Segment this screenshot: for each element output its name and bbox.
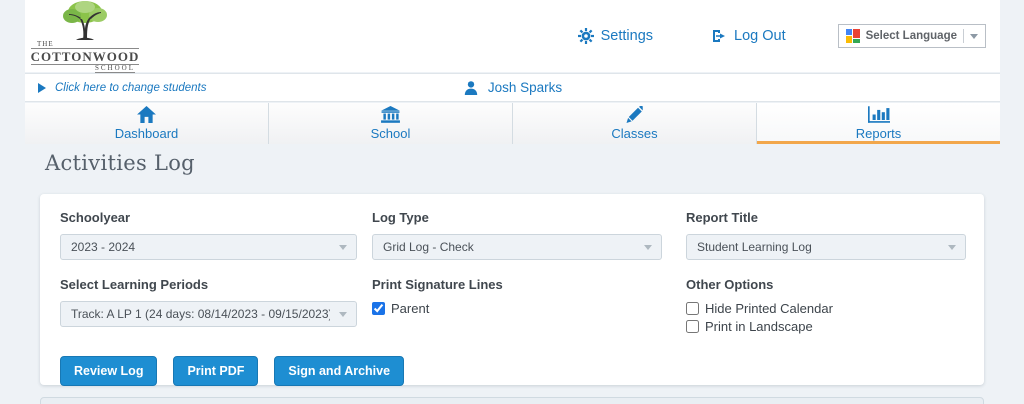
logout-button[interactable]: Log Out xyxy=(711,28,786,44)
student-name: Josh Sparks xyxy=(488,80,562,95)
sign-and-archive-button[interactable]: Sign and Archive xyxy=(274,356,404,386)
other-options-label: Other Options xyxy=(686,277,966,292)
print-in-landscape-label[interactable]: Print in Landscape xyxy=(705,319,813,334)
person-icon xyxy=(463,80,479,96)
chevron-down-icon xyxy=(339,245,347,250)
change-students-link[interactable]: Click here to change students xyxy=(25,82,207,94)
language-select[interactable]: Select Language xyxy=(838,24,986,48)
logout-label: Log Out xyxy=(734,28,786,44)
report-title-select[interactable]: Student Learning Log xyxy=(686,234,966,260)
report-title-field: Report Title Student Learning Log xyxy=(686,210,966,260)
language-separator xyxy=(963,29,964,43)
tab-reports[interactable]: Reports xyxy=(757,103,1000,144)
review-log-button[interactable]: Review Log xyxy=(60,356,157,386)
header-actions: Settings Log Out Select Language xyxy=(578,24,1000,48)
learning-periods-value: Track: A LP 1 (24 days: 08/14/2023 - 09/… xyxy=(71,307,330,321)
print-in-landscape-checkbox[interactable] xyxy=(686,320,699,333)
schoolyear-field: Schoolyear 2023 - 2024 xyxy=(60,210,372,260)
gear-icon xyxy=(578,28,594,44)
learning-periods-label: Select Learning Periods xyxy=(60,277,372,292)
tab-school[interactable]: School xyxy=(269,103,513,144)
chevron-down-icon xyxy=(644,245,652,250)
tab-label: School xyxy=(371,126,411,141)
hide-printed-calendar-label[interactable]: Hide Printed Calendar xyxy=(705,301,833,316)
log-type-value: Grid Log - Check xyxy=(383,240,474,254)
action-buttons: Review Log Print PDF Sign and Archive xyxy=(60,356,964,386)
change-students-label: Click here to change students xyxy=(55,82,207,94)
pencil-icon xyxy=(626,106,644,123)
schoolyear-select[interactable]: 2023 - 2024 xyxy=(60,234,357,260)
home-icon xyxy=(137,106,156,123)
parent-checkbox-label[interactable]: Parent xyxy=(391,301,429,316)
schoolyear-value: 2023 - 2024 xyxy=(71,240,135,254)
tab-classes[interactable]: Classes xyxy=(513,103,757,144)
hide-printed-calendar-checkbox[interactable] xyxy=(686,302,699,315)
learning-periods-field: Select Learning Periods Track: A LP 1 (2… xyxy=(60,277,372,337)
parent-checkbox-row: Parent xyxy=(372,301,686,316)
report-title-label: Report Title xyxy=(686,210,966,225)
hide-calendar-checkbox-row: Hide Printed Calendar xyxy=(686,301,966,316)
chevron-down-icon xyxy=(970,34,978,39)
signature-lines-field: Print Signature Lines Parent xyxy=(372,277,686,337)
chevron-down-icon xyxy=(948,245,956,250)
parent-checkbox[interactable] xyxy=(372,302,385,315)
tab-label: Reports xyxy=(856,126,902,141)
chevron-down-icon xyxy=(339,312,347,317)
google-translate-icon xyxy=(846,29,860,43)
logo-text-the: THE xyxy=(37,41,54,48)
bank-icon xyxy=(381,106,400,123)
activities-log-panel: Schoolyear 2023 - 2024 Log Type Grid Log… xyxy=(40,194,984,385)
logo-text-school: SCHOOL xyxy=(95,65,135,73)
log-type-field: Log Type Grid Log - Check xyxy=(372,210,686,260)
signature-lines-label: Print Signature Lines xyxy=(372,277,686,292)
bar-chart-icon xyxy=(868,106,890,123)
schoolyear-label: Schoolyear xyxy=(60,210,372,225)
logo-text-name: COTTONWOOD xyxy=(31,48,140,65)
settings-label: Settings xyxy=(601,28,653,44)
other-options-field: Other Options Hide Printed Calendar Prin… xyxy=(686,277,966,337)
tree-icon xyxy=(56,0,114,41)
header: THE COTTONWOOD SCHOOL xyxy=(25,0,1000,72)
report-title-value: Student Learning Log xyxy=(697,240,812,254)
tab-label: Classes xyxy=(611,126,657,141)
print-landscape-checkbox-row: Print in Landscape xyxy=(686,319,966,334)
log-type-select[interactable]: Grid Log - Check xyxy=(372,234,662,260)
tab-label: Dashboard xyxy=(115,126,179,141)
main-tabs: Dashboard School Classes xyxy=(25,103,1000,144)
print-pdf-button[interactable]: Print PDF xyxy=(173,356,258,386)
play-triangle-icon xyxy=(38,83,46,93)
tab-dashboard[interactable]: Dashboard xyxy=(25,103,269,144)
logout-icon xyxy=(711,28,727,44)
page-title: Activities Log xyxy=(45,151,195,175)
school-logo[interactable]: THE COTTONWOOD SCHOOL xyxy=(31,0,139,73)
log-type-label: Log Type xyxy=(372,210,686,225)
language-label: Select Language xyxy=(866,30,957,42)
next-panel-header xyxy=(40,397,984,404)
learning-periods-select[interactable]: Track: A LP 1 (24 days: 08/14/2023 - 09/… xyxy=(60,301,357,327)
student-bar: Click here to change students Josh Spark… xyxy=(25,73,1000,102)
settings-button[interactable]: Settings xyxy=(578,28,653,44)
